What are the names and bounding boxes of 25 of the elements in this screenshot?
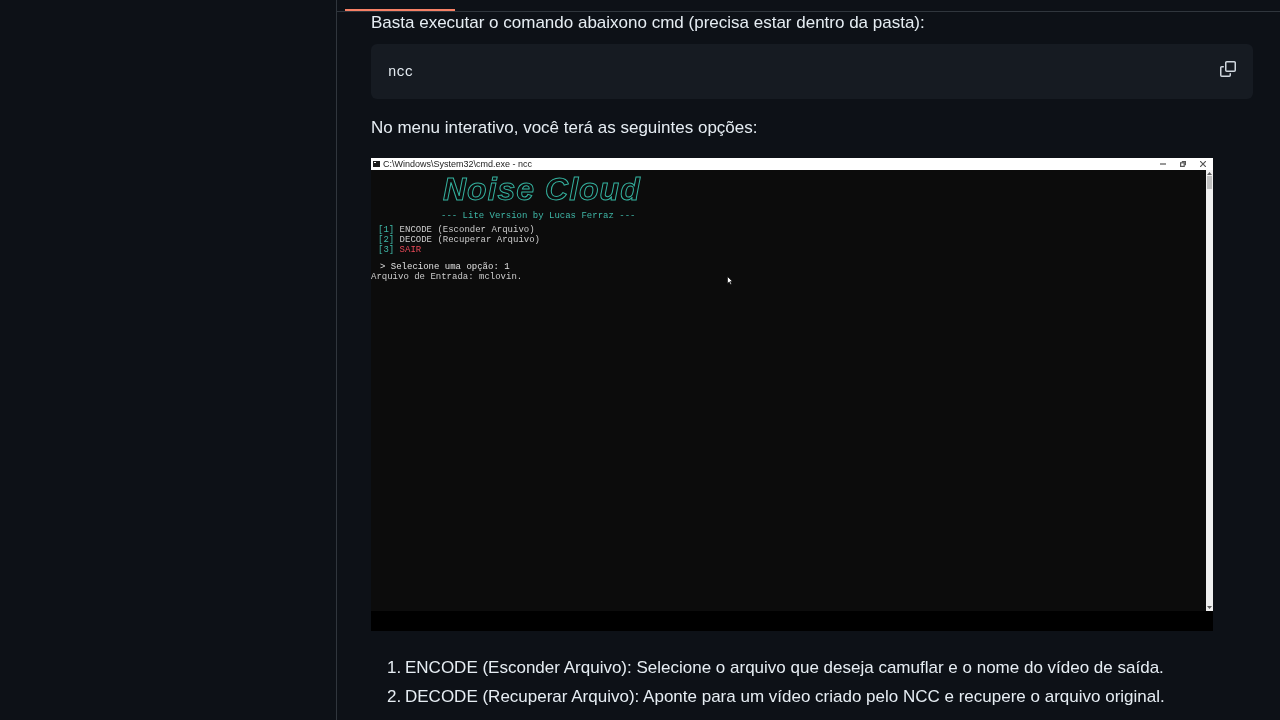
- console-subtitle: --- Lite Version by Lucas Ferraz ---: [441, 211, 636, 221]
- list-number: 1.: [387, 658, 403, 678]
- menu-option: ENCODE (Esconder Arquivo): [399, 225, 535, 235]
- scroll-down-icon[interactable]: [1207, 606, 1212, 609]
- console-prompt: > Selecione uma opção: 1: [380, 262, 510, 272]
- menu-option: SAIR: [399, 245, 422, 255]
- list-item-text: DECODE (Recuperar Arquivo): Aponte para um vídeo criado pelo NCC e recupere o arquivo original.: [405, 687, 1165, 707]
- list-number: 2.: [387, 687, 403, 707]
- scrollbar[interactable]: [1206, 170, 1213, 611]
- console-output: Arquivo de Entrada: mclovin.: [371, 272, 523, 282]
- menu-option: DECODE (Recuperar Arquivo): [399, 235, 541, 245]
- maximize-icon[interactable]: [1180, 161, 1186, 167]
- copy-icon[interactable]: [1220, 60, 1236, 77]
- console-logo: Noise Cloud: [443, 173, 641, 206]
- list-item-text: ENCODE (Esconder Arquivo): Selecione o arquivo que deseja camuflar e o nome do vídeo de saída.: [405, 658, 1164, 678]
- window-title: C:\Windows\System32\cmd.exe - ncc: [383, 158, 534, 170]
- close-icon[interactable]: [1200, 161, 1206, 167]
- scrollbar-thumb[interactable]: [1207, 176, 1212, 189]
- cursor-icon: [727, 276, 733, 285]
- menu-key: [2]: [378, 235, 395, 245]
- menu-key: [1]: [378, 225, 395, 235]
- code-text: ncc: [388, 62, 414, 82]
- paragraph-text: No menu interativo, você terá as seguintes opções:: [371, 118, 759, 138]
- paragraph-text: Basta executar o comando abaixono cmd (precisa estar dentro da pasta):: [371, 13, 926, 33]
- menu-key: [3]: [378, 245, 395, 255]
